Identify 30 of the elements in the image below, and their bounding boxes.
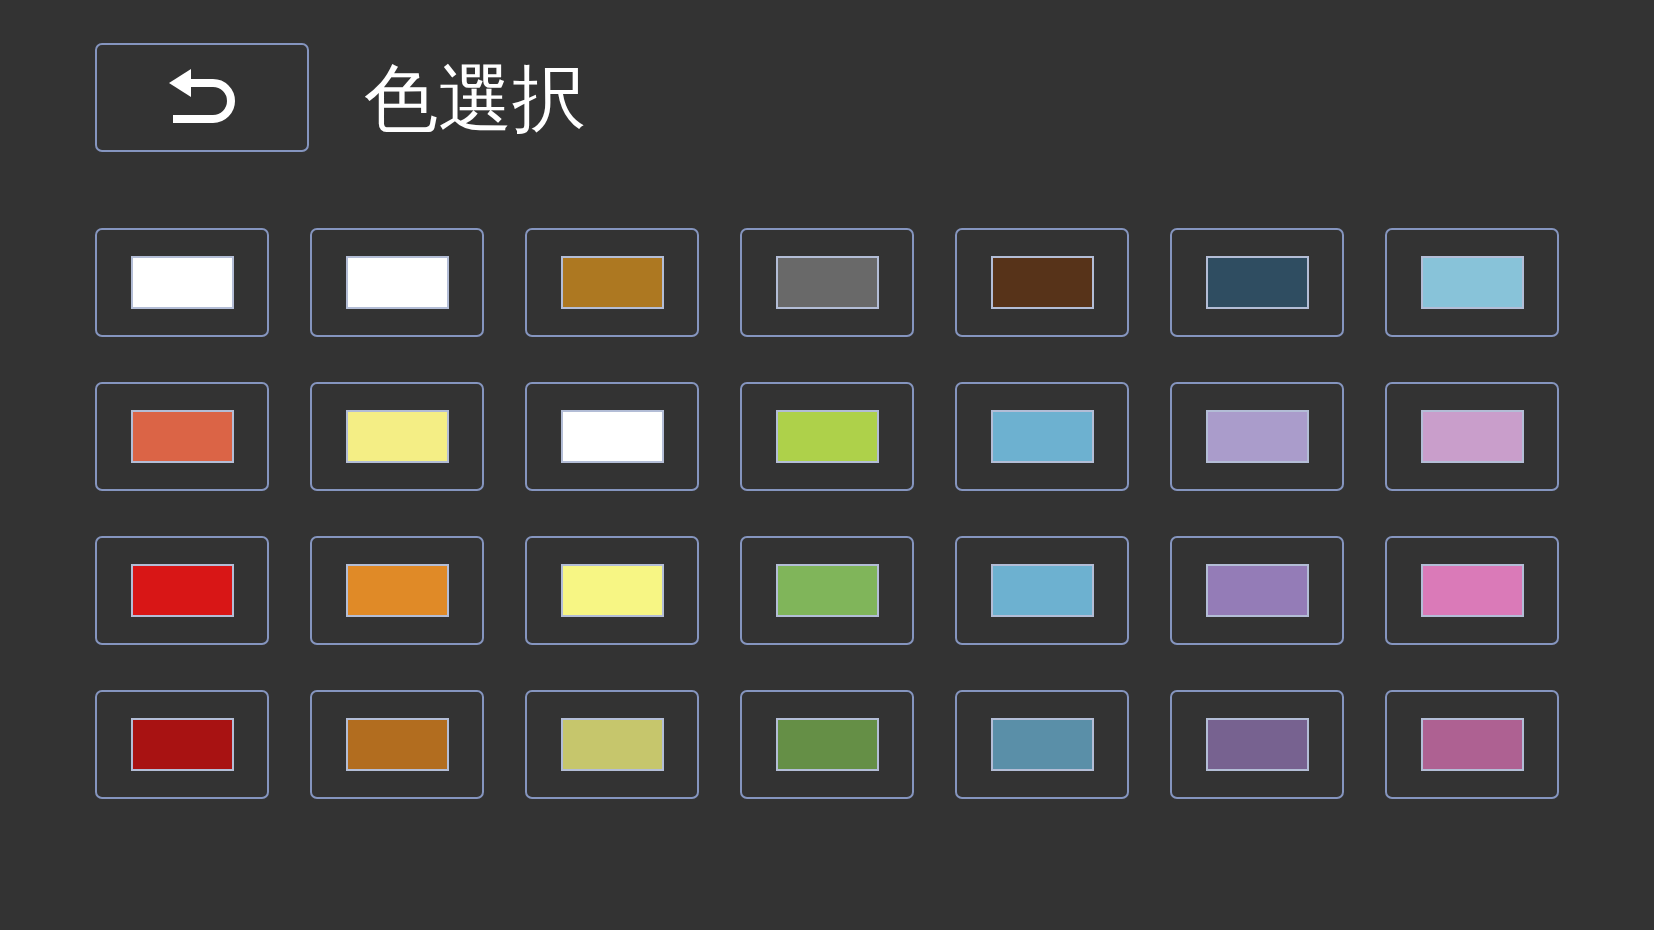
color-option-button[interactable] (740, 536, 914, 645)
color-option-button[interactable] (310, 382, 484, 491)
color-option-button[interactable] (525, 536, 699, 645)
color-option-button[interactable] (525, 228, 699, 337)
color-option-button[interactable] (1385, 536, 1559, 645)
color-option-button[interactable] (310, 690, 484, 799)
color-option-button[interactable] (525, 382, 699, 491)
color-option-button[interactable] (740, 382, 914, 491)
color-option-button[interactable] (95, 536, 269, 645)
color-option-button[interactable] (95, 228, 269, 337)
color-option-button[interactable] (1385, 690, 1559, 799)
color-option-button[interactable] (1385, 228, 1559, 337)
color-option-button[interactable] (95, 690, 269, 799)
color-option-button[interactable] (955, 536, 1129, 645)
color-option-button[interactable] (955, 228, 1129, 337)
color-option-button[interactable] (1170, 536, 1344, 645)
page-title: 色選択 (364, 60, 586, 135)
color-option-button[interactable] (740, 228, 914, 337)
color-option-button[interactable] (955, 382, 1129, 491)
color-option-button[interactable] (1170, 382, 1344, 491)
color-option-button[interactable] (310, 536, 484, 645)
color-option-button[interactable] (310, 228, 484, 337)
color-option-button[interactable] (1385, 382, 1559, 491)
color-option-button[interactable] (1170, 690, 1344, 799)
color-option-button[interactable] (955, 690, 1129, 799)
back-button[interactable] (95, 43, 309, 152)
color-option-button[interactable] (95, 382, 269, 491)
color-option-button[interactable] (1170, 228, 1344, 337)
color-option-button[interactable] (740, 690, 914, 799)
color-option-button[interactable] (525, 690, 699, 799)
